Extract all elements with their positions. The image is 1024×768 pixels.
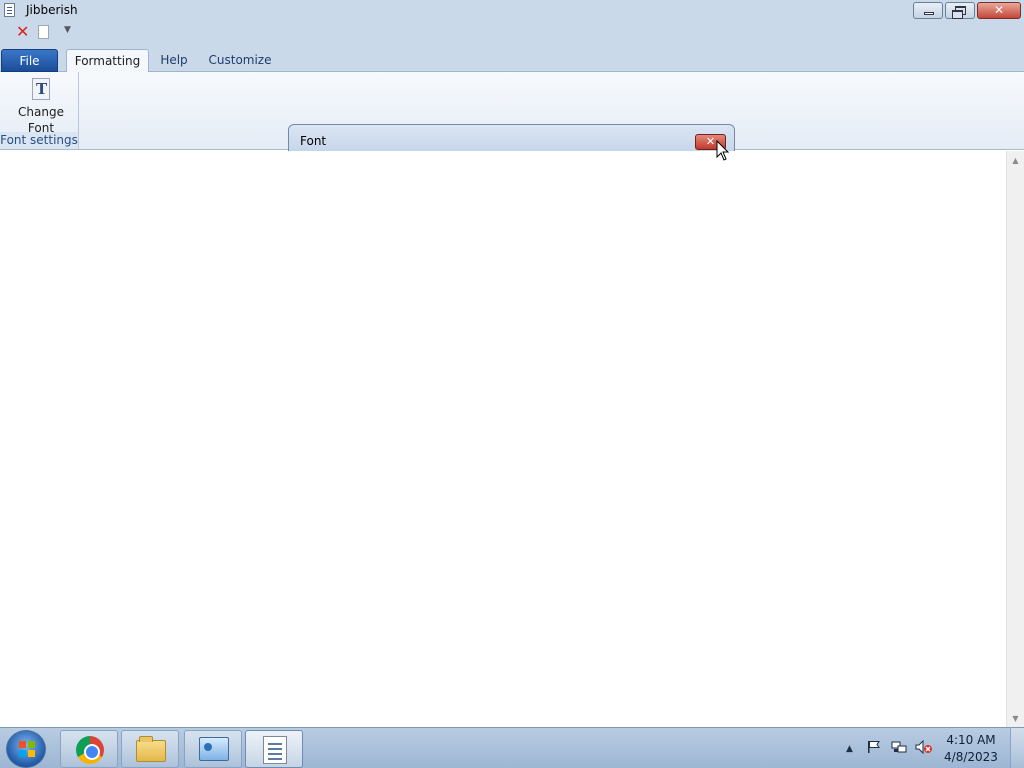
action-center-flag-icon[interactable] <box>867 740 881 754</box>
quick-access-delete-icon[interactable]: ✕ <box>16 23 29 41</box>
mouse-cursor-icon <box>716 140 730 161</box>
font-settings-group: T Change Font Font settings <box>0 72 79 149</box>
taskbar-chrome[interactable] <box>60 730 118 768</box>
window-title-bar: Jibberish ✕ <box>0 0 1024 21</box>
close-window-button[interactable]: ✕ <box>977 2 1021 19</box>
window-title: Jibberish <box>26 3 78 17</box>
ribbon-tab-bar: File Formatting Help Customize <box>0 44 1024 73</box>
font-settings-group-label: Font settings <box>0 132 78 149</box>
close-icon: ✕ <box>993 3 1005 17</box>
windows-logo-icon <box>19 741 35 757</box>
tab-help[interactable]: Help <box>156 49 192 72</box>
clock-date: 4/8/2023 <box>944 750 998 764</box>
font-icon: T <box>32 78 50 100</box>
taskbar-control-panel[interactable] <box>184 730 242 768</box>
font-dialog-title: Font <box>300 134 327 148</box>
control-panel-icon <box>199 737 229 761</box>
clock[interactable]: 4:10 AM 4/8/2023 <box>940 732 1002 766</box>
tab-file[interactable]: File <box>1 49 58 72</box>
scroll-down-icon[interactable]: ▼ <box>1007 710 1024 727</box>
system-tray: ▲ 4:10 AM 4/8/2023 <box>838 728 1008 768</box>
start-button[interactable] <box>6 730 46 768</box>
tab-formatting[interactable]: Formatting <box>66 49 149 73</box>
quick-access-toolbar: ✕ ▼ <box>0 21 1024 44</box>
taskbar-wordpad[interactable] <box>245 730 303 768</box>
customize-quick-access-icon[interactable]: ▼ <box>64 25 71 35</box>
restore-icon <box>952 6 966 19</box>
taskbar-explorer[interactable] <box>121 730 179 768</box>
font-dialog: Font ✕ <box>288 124 735 151</box>
document-editor[interactable] <box>0 151 1006 727</box>
clock-time: 4:10 AM <box>946 733 996 747</box>
scroll-up-icon[interactable]: ▲ <box>1007 152 1024 169</box>
vertical-scrollbar[interactable]: ▲ ▼ <box>1006 151 1024 727</box>
minimize-icon <box>924 12 934 15</box>
chrome-icon <box>76 736 104 764</box>
taskbar: ▲ 4:10 AM 4/8/2023 <box>0 727 1024 768</box>
document-icon <box>263 736 287 764</box>
tab-customize[interactable]: Customize <box>204 49 276 72</box>
show-hidden-icons-icon[interactable]: ▲ <box>846 744 853 754</box>
restore-button[interactable] <box>945 2 975 19</box>
window-controls: ✕ <box>913 2 1021 19</box>
quick-access-new-document-icon[interactable] <box>38 25 49 39</box>
network-icon[interactable] <box>891 740 907 754</box>
show-desktop-button[interactable] <box>1010 728 1024 768</box>
folder-icon <box>136 736 166 762</box>
change-font-button[interactable]: T Change Font <box>10 76 72 135</box>
app-icon[interactable] <box>4 3 15 17</box>
volume-muted-icon[interactable] <box>915 740 933 754</box>
minimize-button[interactable] <box>913 2 943 19</box>
